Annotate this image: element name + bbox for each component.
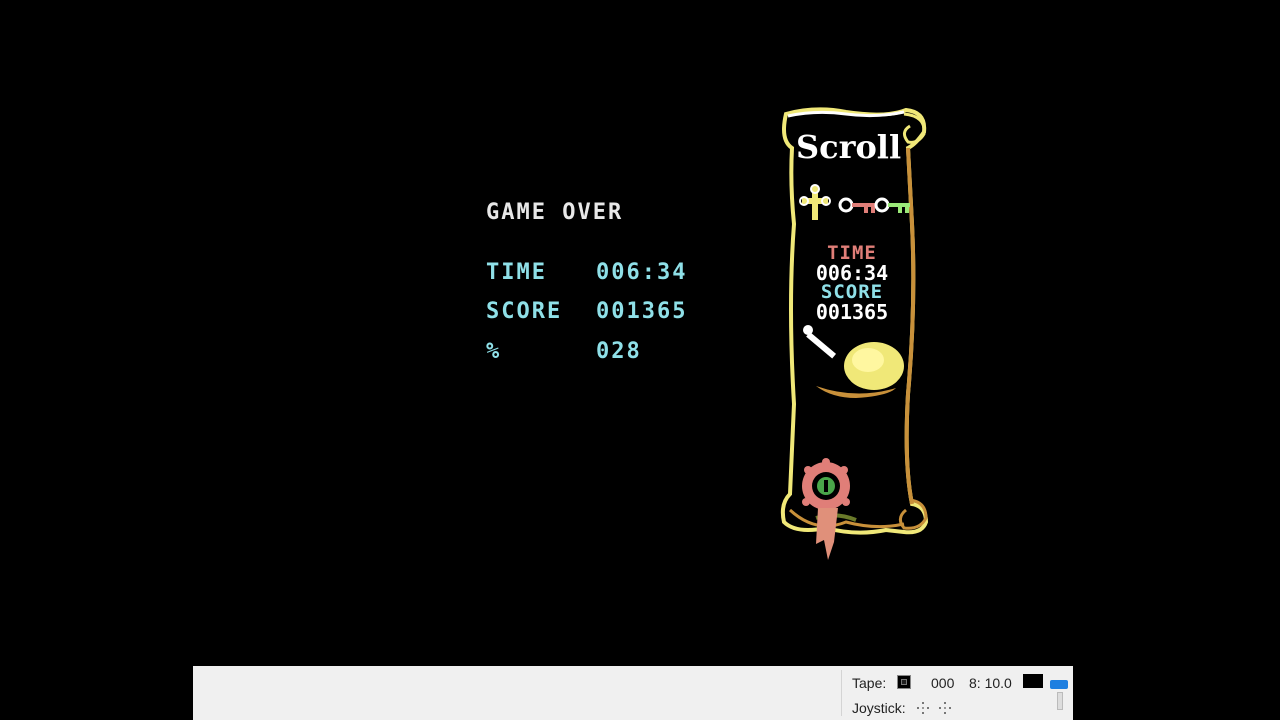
tape-stop-icon[interactable] — [897, 675, 911, 689]
joystick-label: Joystick: — [852, 700, 906, 716]
joystick-port2-icon[interactable] — [938, 701, 952, 715]
score-value: 001365 — [596, 299, 688, 324]
percent-value: 028 — [596, 339, 642, 364]
volume-slider-knob[interactable] — [1057, 692, 1063, 710]
emulator-screen: GAME OVER TIME 006:34 SCORE 001365 % 028 — [0, 0, 1280, 666]
scroll-score-value: 001365 — [815, 300, 889, 324]
percent-label: % — [486, 339, 502, 364]
joystick-port1-icon[interactable] — [916, 701, 930, 715]
scroll-time-value: 006:34 — [815, 261, 889, 285]
game-over-title: GAME OVER — [486, 200, 624, 225]
time-label: TIME — [486, 260, 547, 285]
time-value: 006:34 — [596, 260, 688, 285]
drive-led-indicator — [1023, 674, 1043, 688]
scroll-panel-graphic — [780, 107, 929, 560]
speed-indicator-icon[interactable] — [1050, 680, 1068, 689]
tape-counter: 000 — [931, 675, 955, 691]
status-separator — [841, 670, 842, 716]
score-label: SCORE — [486, 299, 563, 324]
scroll-title: Scroll — [796, 128, 902, 166]
drive-status: 8: 10.0 — [969, 675, 1012, 691]
tape-label: Tape: — [852, 675, 887, 691]
emulator-status-bar: Tape: 000 8: 10.0 Joystick: — [193, 666, 1073, 720]
